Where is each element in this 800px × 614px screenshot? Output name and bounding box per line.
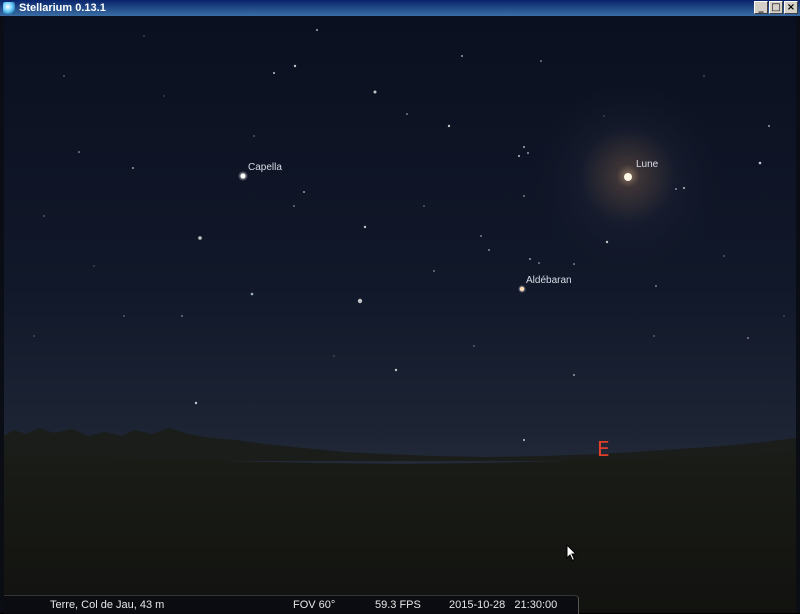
background-star xyxy=(132,167,134,169)
background-star xyxy=(488,249,490,251)
background-star xyxy=(538,262,540,264)
ground xyxy=(4,452,796,613)
background-star xyxy=(758,161,762,165)
background-star xyxy=(603,115,605,117)
fov-readout: FOV 60° xyxy=(293,599,336,611)
close-button[interactable]: × xyxy=(784,1,798,14)
background-star xyxy=(768,125,770,127)
background-star xyxy=(473,345,475,347)
background-star xyxy=(433,270,435,272)
stellarium-window: Stellarium 0.13.1 _ □ × Capella Lune Ald… xyxy=(0,0,800,614)
background-star xyxy=(293,205,295,207)
background-star xyxy=(573,374,575,376)
background-star xyxy=(518,155,520,157)
background-star xyxy=(250,292,254,296)
background-star xyxy=(406,113,408,115)
background-star xyxy=(605,240,609,244)
background-star xyxy=(523,146,525,148)
background-star xyxy=(253,135,255,137)
sky-canvas[interactable] xyxy=(4,16,796,613)
window-title: Stellarium 0.13.1 xyxy=(19,2,106,14)
label-aldebaran[interactable]: Aldébaran xyxy=(526,275,572,286)
background-star xyxy=(357,298,363,304)
title-bar[interactable]: Stellarium 0.13.1 _ □ × xyxy=(0,0,800,16)
background-star xyxy=(43,215,45,217)
background-star xyxy=(783,315,785,317)
background-star xyxy=(655,285,657,287)
fps-readout: 59.3 FPS xyxy=(375,599,421,611)
background-star xyxy=(529,258,531,260)
status-bar[interactable]: Terre, Col de Jau, 43 m FOV 60° 59.3 FPS… xyxy=(4,595,579,614)
background-star xyxy=(273,72,275,74)
location-readout[interactable]: Terre, Col de Jau, 43 m xyxy=(50,596,164,614)
moon xyxy=(624,173,632,181)
background-star xyxy=(163,95,165,97)
background-star xyxy=(373,90,377,94)
background-star xyxy=(653,335,655,337)
app-icon xyxy=(3,2,15,14)
background-star xyxy=(461,55,463,57)
background-star xyxy=(143,35,145,37)
background-star xyxy=(703,75,705,77)
maximize-button[interactable]: □ xyxy=(769,1,783,14)
mouse-cursor-icon xyxy=(566,544,578,562)
background-star xyxy=(747,337,749,339)
background-star xyxy=(675,188,677,190)
sky-view[interactable]: Capella Lune Aldébaran E xyxy=(4,16,796,613)
background-star xyxy=(333,355,335,357)
background-star xyxy=(93,265,95,267)
background-star xyxy=(540,60,542,62)
background-star xyxy=(123,315,125,317)
star-aldebaran-core xyxy=(519,286,525,292)
background-star xyxy=(683,187,685,189)
label-moon[interactable]: Lune xyxy=(636,159,658,170)
background-star xyxy=(363,225,367,229)
background-star xyxy=(293,64,297,68)
background-star xyxy=(33,335,35,337)
background-star xyxy=(447,124,451,128)
background-star xyxy=(78,151,80,153)
background-star xyxy=(316,29,318,31)
label-capella[interactable]: Capella xyxy=(248,162,282,173)
background-star xyxy=(194,401,198,405)
background-star xyxy=(303,191,305,193)
background-star xyxy=(181,315,183,317)
minimize-button[interactable]: _ xyxy=(754,1,768,14)
background-star xyxy=(573,263,575,265)
background-star xyxy=(423,205,425,207)
background-star xyxy=(63,75,65,77)
background-star xyxy=(523,195,525,197)
star-capella-core xyxy=(240,173,246,179)
background-star xyxy=(527,152,529,154)
datetime-readout[interactable]: 2015-10-28 21:30:00 xyxy=(449,596,557,614)
background-star xyxy=(198,236,202,240)
background-star xyxy=(723,255,725,257)
background-star xyxy=(394,368,398,372)
background-star xyxy=(480,235,482,237)
cardinal-east: E xyxy=(597,437,610,461)
background-star xyxy=(523,439,525,441)
